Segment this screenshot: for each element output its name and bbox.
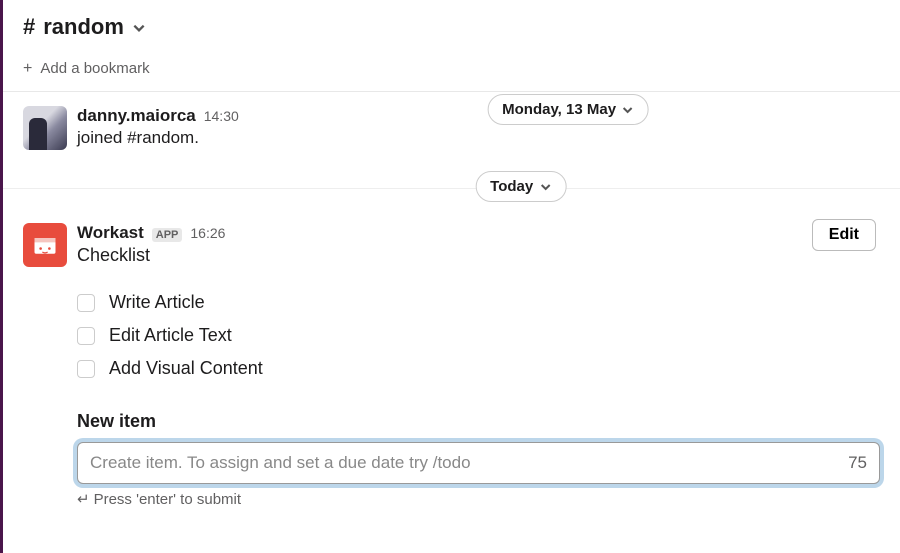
channel-header[interactable]: # random: [3, 0, 900, 50]
sender-name[interactable]: Workast: [77, 223, 144, 243]
timestamp[interactable]: 16:26: [190, 225, 225, 241]
item-label: Edit Article Text: [109, 325, 232, 346]
item-label: Write Article: [109, 292, 205, 313]
date-divider-today[interactable]: Today: [475, 171, 566, 202]
plus-icon: +: [23, 61, 32, 77]
avatar[interactable]: [23, 106, 67, 150]
add-bookmark-label: Add a bookmark: [40, 60, 149, 77]
new-item-input-wrap: 75: [77, 442, 880, 484]
date-label: Today: [490, 178, 533, 195]
checkbox[interactable]: [77, 327, 95, 345]
message-join: danny.maiorca 14:30 joined #random.: [3, 98, 900, 158]
list-item: Edit Article Text: [77, 319, 880, 352]
channel-name: random: [43, 14, 124, 40]
message-text: joined #random.: [77, 128, 880, 148]
list-item: Add Visual Content: [77, 352, 880, 385]
hint-text: Press 'enter' to submit: [94, 491, 241, 508]
new-item-input[interactable]: [90, 453, 838, 473]
checklist-title: Checklist: [77, 245, 880, 266]
list-item: Write Article: [77, 286, 880, 319]
app-badge: APP: [152, 228, 183, 242]
workast-logo-icon: [31, 231, 59, 259]
return-icon: ↵: [77, 490, 90, 508]
chevron-down-icon: [622, 104, 634, 116]
chevron-down-icon: [132, 21, 146, 35]
char-count: 75: [838, 453, 867, 473]
timestamp[interactable]: 14:30: [204, 108, 239, 124]
date-divider[interactable]: Monday, 13 May: [487, 94, 649, 125]
date-label: Monday, 13 May: [502, 101, 616, 118]
message-checklist: Workast APP 16:26 Checklist Write Articl…: [3, 215, 900, 516]
avatar[interactable]: [23, 223, 67, 267]
checkbox[interactable]: [77, 294, 95, 312]
new-item-label: New item: [77, 411, 880, 432]
checkbox[interactable]: [77, 360, 95, 378]
sender-name[interactable]: danny.maiorca: [77, 106, 196, 126]
item-label: Add Visual Content: [109, 358, 263, 379]
input-hint: ↵ Press 'enter' to submit: [77, 490, 880, 508]
chevron-down-icon: [539, 181, 551, 193]
hash-icon: #: [23, 14, 35, 40]
add-bookmark[interactable]: + Add a bookmark: [3, 50, 900, 92]
